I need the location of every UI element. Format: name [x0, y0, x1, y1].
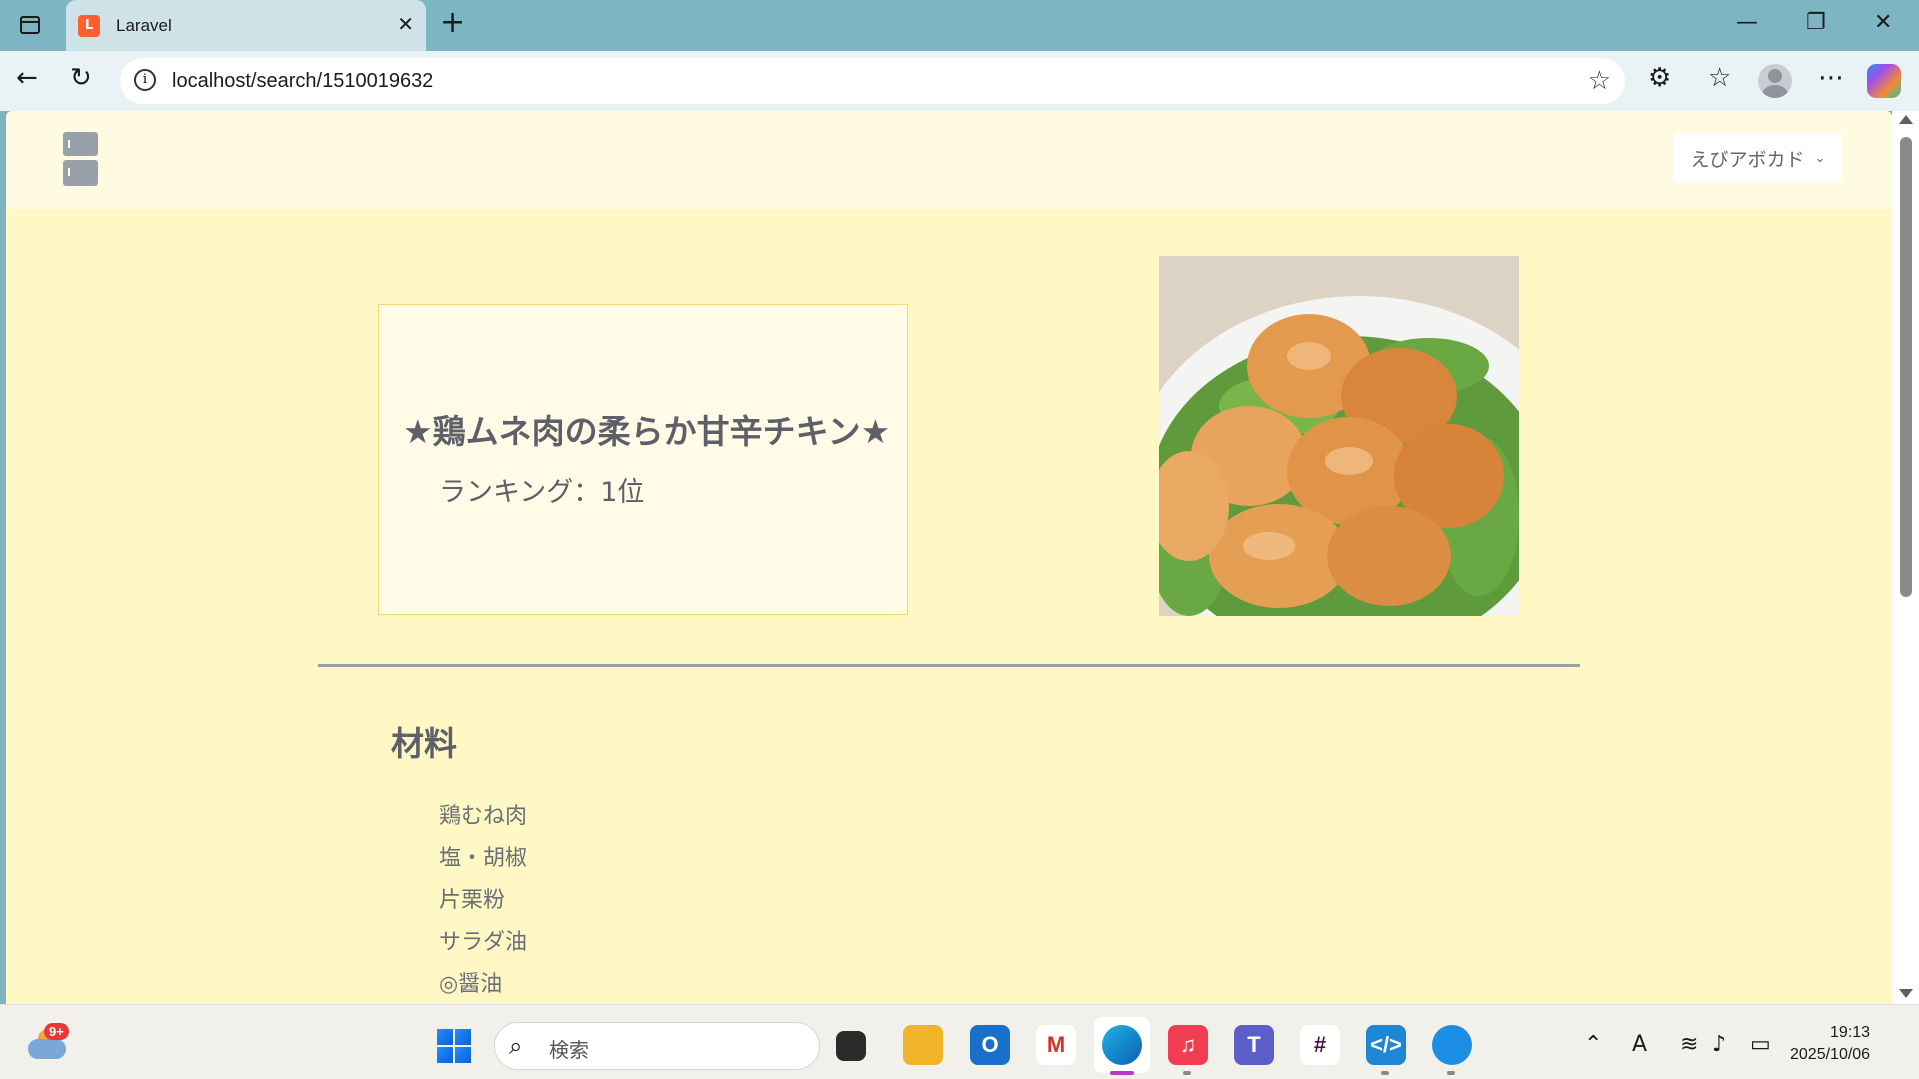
user-dropdown[interactable]: えびアボカド ⌄ — [1674, 133, 1842, 183]
taskbar-clock[interactable]: 19:13 2025/10/06 — [1790, 1022, 1870, 1066]
docker-icon[interactable] — [1432, 1025, 1472, 1065]
browser-tab[interactable]: L Laravel ✕ — [66, 0, 426, 51]
vscode-running-indicator — [1381, 1071, 1389, 1075]
teams-icon[interactable]: T — [1234, 1025, 1274, 1065]
taskbar: 9+ ⌕ 検索 O M ♫ T # </> ⌃ A ≋ ♪ ▭ 19:13 20… — [0, 1004, 1919, 1079]
ingredients-list: 鶏むね肉 塩・胡椒 片栗粉 サラダ油 ◎醤油 — [439, 796, 527, 1004]
address-url[interactable]: localhost/search/1510019632 — [172, 70, 433, 93]
ingredient-item: 片栗粉 — [439, 888, 506, 913]
fridge-logo-icon[interactable] — [63, 132, 98, 186]
volume-icon[interactable]: ♪ — [1712, 1032, 1726, 1057]
more-menu-icon[interactable]: ⋯ — [1818, 63, 1844, 93]
wifi-icon[interactable]: ≋ — [1680, 1032, 1698, 1057]
app-header: えびアボカド ⌄ — [6, 111, 1892, 209]
gmail-icon[interactable]: M — [1036, 1025, 1076, 1065]
slack-icon[interactable]: # — [1300, 1025, 1340, 1065]
ingredient-item: 塩・胡椒 — [439, 846, 528, 871]
clock-time: 19:13 — [1830, 1024, 1871, 1041]
battery-icon[interactable]: ▭ — [1750, 1032, 1771, 1057]
search-placeholder: 検索 — [549, 1038, 589, 1062]
favorite-star-icon[interactable]: ☆ — [1588, 66, 1611, 96]
scroll-down-icon[interactable] — [1899, 989, 1913, 998]
scroll-up-icon[interactable] — [1899, 115, 1913, 124]
taskbar-search[interactable]: ⌕ 検索 — [494, 1022, 820, 1070]
site-info-icon[interactable]: i — [134, 69, 156, 91]
favorites-icon[interactable]: ☆ — [1708, 63, 1731, 93]
ingredient-item: ◎醤油 — [439, 972, 503, 997]
ingredients-heading: 材料 — [391, 724, 457, 763]
close-tab-icon[interactable]: ✕ — [397, 12, 414, 36]
profile-avatar[interactable] — [1758, 64, 1792, 98]
browser-toolbar: ← ↻ i localhost/search/1510019632 ☆ ⚙ ☆ … — [0, 51, 1919, 111]
new-tab-icon[interactable]: + — [440, 8, 465, 38]
page-scrollbar[interactable] — [1892, 111, 1919, 1004]
ingredient-item: サラダ油 — [439, 930, 528, 955]
laravel-favicon-icon: L — [78, 14, 100, 37]
music-running-indicator — [1183, 1071, 1191, 1075]
docker-running-indicator — [1447, 1071, 1455, 1075]
back-icon[interactable]: ← — [16, 63, 38, 93]
page-viewport: えびアボカド ⌄ ★鶏ムネ肉の柔らか甘辛チキン★ ランキング：1位 材料 鶏むね… — [6, 111, 1892, 1004]
recipe-ranking: ランキング：1位 — [439, 477, 645, 508]
ime-icon[interactable]: A — [1632, 1032, 1647, 1057]
search-icon: ⌕ — [509, 1032, 523, 1060]
edge-running-indicator — [1110, 1071, 1134, 1075]
outlook-icon[interactable]: O — [970, 1025, 1010, 1065]
copilot-icon[interactable] — [1867, 64, 1901, 98]
file-explorer-icon[interactable] — [903, 1025, 943, 1065]
chevron-down-icon: ⌄ — [1814, 150, 1826, 166]
recipe-title: ★鶏ムネ肉の柔らか甘辛チキン★ — [403, 412, 891, 451]
user-name: えびアボカド — [1690, 148, 1805, 171]
edge-icon[interactable] — [1102, 1025, 1142, 1065]
refresh-icon[interactable]: ↻ — [70, 63, 92, 93]
scroll-thumb[interactable] — [1900, 137, 1912, 597]
tab-title: Laravel — [116, 15, 172, 35]
recipe-photo — [1159, 256, 1519, 616]
clock-date: 2025/10/06 — [1790, 1046, 1871, 1063]
vscode-icon[interactable]: </> — [1366, 1025, 1406, 1065]
ingredient-item: 鶏むね肉 — [439, 804, 528, 829]
extensions-icon[interactable]: ⚙ — [1648, 63, 1671, 93]
restore-icon[interactable]: ❐ — [1806, 10, 1826, 35]
weather-badge: 9+ — [44, 1023, 69, 1040]
address-bar[interactable]: i localhost/search/1510019632 ☆ — [120, 58, 1625, 104]
browser-titlebar: L Laravel ✕ + — ❐ ✕ — [0, 0, 1919, 51]
minimize-icon[interactable]: — — [1736, 10, 1758, 35]
music-icon[interactable]: ♫ — [1168, 1025, 1208, 1065]
tab-actions-icon[interactable] — [16, 12, 44, 38]
close-window-icon[interactable]: ✕ — [1874, 10, 1892, 35]
section-divider — [318, 664, 1580, 667]
chevron-up-icon[interactable]: ⌃ — [1584, 1032, 1602, 1057]
start-icon[interactable] — [437, 1029, 471, 1063]
task-view-icon[interactable] — [836, 1031, 866, 1061]
recipe-title-card: ★鶏ムネ肉の柔らか甘辛チキン★ ランキング：1位 — [378, 304, 908, 615]
